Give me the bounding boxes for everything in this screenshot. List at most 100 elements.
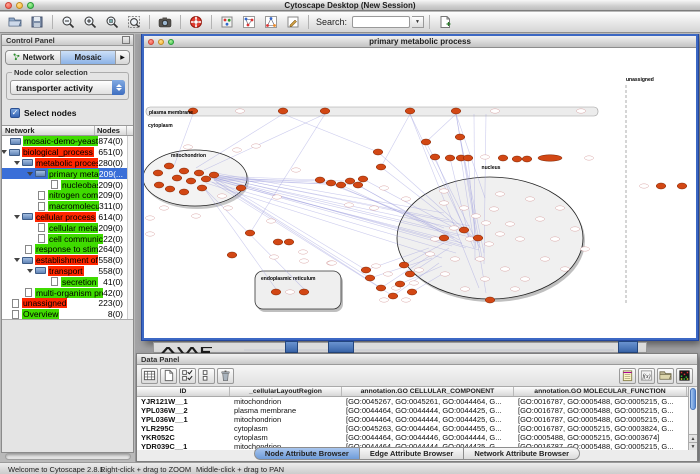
tree-row[interactable]: cellular process614(0): [2, 212, 133, 223]
tab-overflow-button[interactable]: ▶: [116, 51, 129, 64]
table-cell: YPL036W__1: [137, 415, 230, 424]
control-panel: Control Panel NetworkMosaic▶ Node color …: [1, 34, 134, 453]
network-label: nitrogen compo: [48, 190, 98, 200]
scrollbar-thumb[interactable]: [690, 388, 696, 410]
network-view-window[interactable]: primary metabolic process plasma membran…: [142, 34, 698, 340]
table-row[interactable]: YKR052Ccytoplasm[GO:0044464, GO:0044446,…: [137, 433, 697, 442]
notepad-icon[interactable]: [619, 368, 636, 384]
column-header[interactable]: annotation.GO MOLECULAR_FUNCTION: [514, 387, 687, 396]
layout-edges-icon[interactable]: [261, 14, 281, 31]
new-attribute-icon[interactable]: [435, 14, 455, 31]
zoom-in-icon[interactable]: [80, 14, 100, 31]
zoom-out-icon[interactable]: [58, 14, 78, 31]
svg-text:endoplasmic reticulum: endoplasmic reticulum: [261, 276, 316, 282]
window-titlebar[interactable]: Cytoscape Desktop (New Session): [0, 0, 700, 11]
tab-network[interactable]: Network: [6, 51, 61, 64]
tree-row[interactable]: multi-organism pro42(0): [2, 287, 133, 298]
column-header[interactable]: _cellularLayoutRegion: [230, 387, 342, 396]
attribute-table-header: ID_cellularLayoutRegionannotation.GO CEL…: [137, 387, 697, 397]
tree-row[interactable]: nucleobase-209(0): [2, 179, 133, 190]
expand-triangle-icon[interactable]: [14, 161, 20, 165]
expand-triangle-icon[interactable]: [14, 258, 20, 262]
toolbar-separator: [211, 15, 212, 29]
zoom-fit-icon[interactable]: [124, 14, 144, 31]
table-cell: YJR121W__1: [137, 397, 230, 406]
tree-row[interactable]: establishment of lo558(0): [2, 255, 133, 266]
table-cell: [GO:0045267, GO:0045261, GO:0044464, G..…: [342, 397, 514, 406]
tree-scrollbar[interactable]: [127, 136, 133, 319]
node-count: 223(0): [98, 298, 123, 308]
tree-row[interactable]: nitrogen compo209(0): [2, 190, 133, 201]
layout-nodes-icon[interactable]: [239, 14, 259, 31]
tree-row[interactable]: unassigned223(0): [2, 298, 133, 309]
tree-row[interactable]: response to stimulu264(0): [2, 244, 133, 255]
control-panel-tabs: NetworkMosaic▶: [5, 50, 130, 65]
new-attribute-doc-icon[interactable]: [160, 368, 177, 384]
table-scrollbar[interactable]: ▲ ▼: [688, 387, 697, 450]
column-network[interactable]: Network: [2, 126, 95, 135]
frame-maximize-button[interactable]: [168, 39, 174, 45]
tree-row[interactable]: secretion41(0): [2, 276, 133, 287]
frame-close-button[interactable]: [148, 39, 154, 45]
open-folder-icon[interactable]: [657, 368, 674, 384]
scroll-up-icon[interactable]: ▲: [689, 434, 697, 442]
search-input[interactable]: [352, 16, 410, 28]
tab-network-attribute-browser[interactable]: Network Attribute Browser: [464, 447, 580, 460]
save-icon[interactable]: [27, 14, 47, 31]
expand-triangle-icon[interactable]: [2, 150, 7, 154]
unselect-attributes-icon[interactable]: [198, 368, 215, 384]
table-row[interactable]: YJR121W__1mitochondrion[GO:0045267, GO:0…: [137, 397, 697, 406]
browser-tabs: Node Attribute BrowserEdge Attribute Bro…: [137, 447, 697, 460]
search-dropdown-icon[interactable]: ▼: [412, 16, 424, 28]
expand-triangle-icon[interactable]: [14, 215, 20, 219]
expand-triangle-icon[interactable]: [27, 269, 33, 273]
zoom-selected-icon[interactable]: [102, 14, 122, 31]
help-icon[interactable]: [186, 14, 206, 31]
select-nodes-checkbox[interactable]: ✓: [10, 108, 20, 118]
mdi-desktop: primary metabolic process plasma membran…: [135, 34, 700, 462]
tree-row[interactable]: biological_process651(0): [2, 147, 133, 158]
delete-attributes-icon[interactable]: [217, 368, 234, 384]
tree-row[interactable]: mosaic-demo-yeast874(0): [2, 136, 133, 147]
float-panel-icon[interactable]: [122, 36, 130, 44]
formula-icon[interactable]: f(x): [638, 368, 655, 384]
tree-row[interactable]: cellular metabo209(0): [2, 222, 133, 233]
snapshot-icon[interactable]: [155, 14, 175, 31]
node-color-dropdown[interactable]: transporter activity: [10, 80, 125, 95]
file-icon: [51, 180, 58, 189]
node-count: 264(0): [98, 244, 123, 254]
network-canvas[interactable]: plasma membranecytoplasmmitochondrionnuc…: [144, 48, 696, 338]
column-header[interactable]: ID: [137, 387, 230, 396]
tab-node-attribute-browser[interactable]: Node Attribute Browser: [254, 447, 360, 460]
attribute-table-icon[interactable]: [141, 368, 158, 384]
open-icon[interactable]: [5, 14, 25, 31]
import-matrix-icon[interactable]: [676, 368, 693, 384]
background-window-fragment: [153, 342, 647, 353]
vizmapper-icon[interactable]: [217, 14, 237, 31]
tree-row[interactable]: macromolecule311(0): [2, 201, 133, 212]
node-count: 22(0): [103, 234, 123, 244]
table-cell: [GO:0016787, GO:0005488, GO:0005215, G..…: [514, 415, 687, 424]
tab-edge-attribute-browser[interactable]: Edge Attribute Browser: [360, 447, 464, 460]
table-row[interactable]: YLR295Ccytoplasm[GO:0045263, GO:0044464,…: [137, 424, 697, 433]
select-attributes-icon[interactable]: [179, 368, 196, 384]
tree-row[interactable]: transport558(0): [2, 266, 133, 277]
tree-row[interactable]: primary metabo209(...: [2, 168, 133, 179]
frame-minimize-button[interactable]: [158, 39, 164, 45]
network-view-titlebar[interactable]: primary metabolic process: [144, 36, 696, 48]
attribute-table: ID_cellularLayoutRegionannotation.GO CEL…: [137, 386, 697, 450]
tree-row[interactable]: metabolic process280(0): [2, 158, 133, 169]
network-label: cell communicat: [48, 234, 103, 244]
tree-row[interactable]: Overview8(0): [2, 309, 133, 320]
column-header[interactable]: annotation.GO CELLULAR_COMPONENT: [342, 387, 514, 396]
tab-mosaic[interactable]: Mosaic: [61, 51, 116, 64]
node-count: 280(0): [98, 158, 123, 168]
expand-triangle-icon[interactable]: [27, 172, 33, 176]
network-label: metabolic process: [35, 158, 98, 168]
table-row[interactable]: YPL036W__1mitochondrion[GO:0044464, GO:0…: [137, 415, 697, 424]
node-count: 8(0): [108, 309, 123, 319]
column-nodes[interactable]: Nodes: [95, 126, 127, 135]
annotate-icon[interactable]: [283, 14, 303, 31]
tree-row[interactable]: cell communicat22(0): [2, 233, 133, 244]
table-row[interactable]: YPL036W__2plasma membrane[GO:0044464, GO…: [137, 406, 697, 415]
